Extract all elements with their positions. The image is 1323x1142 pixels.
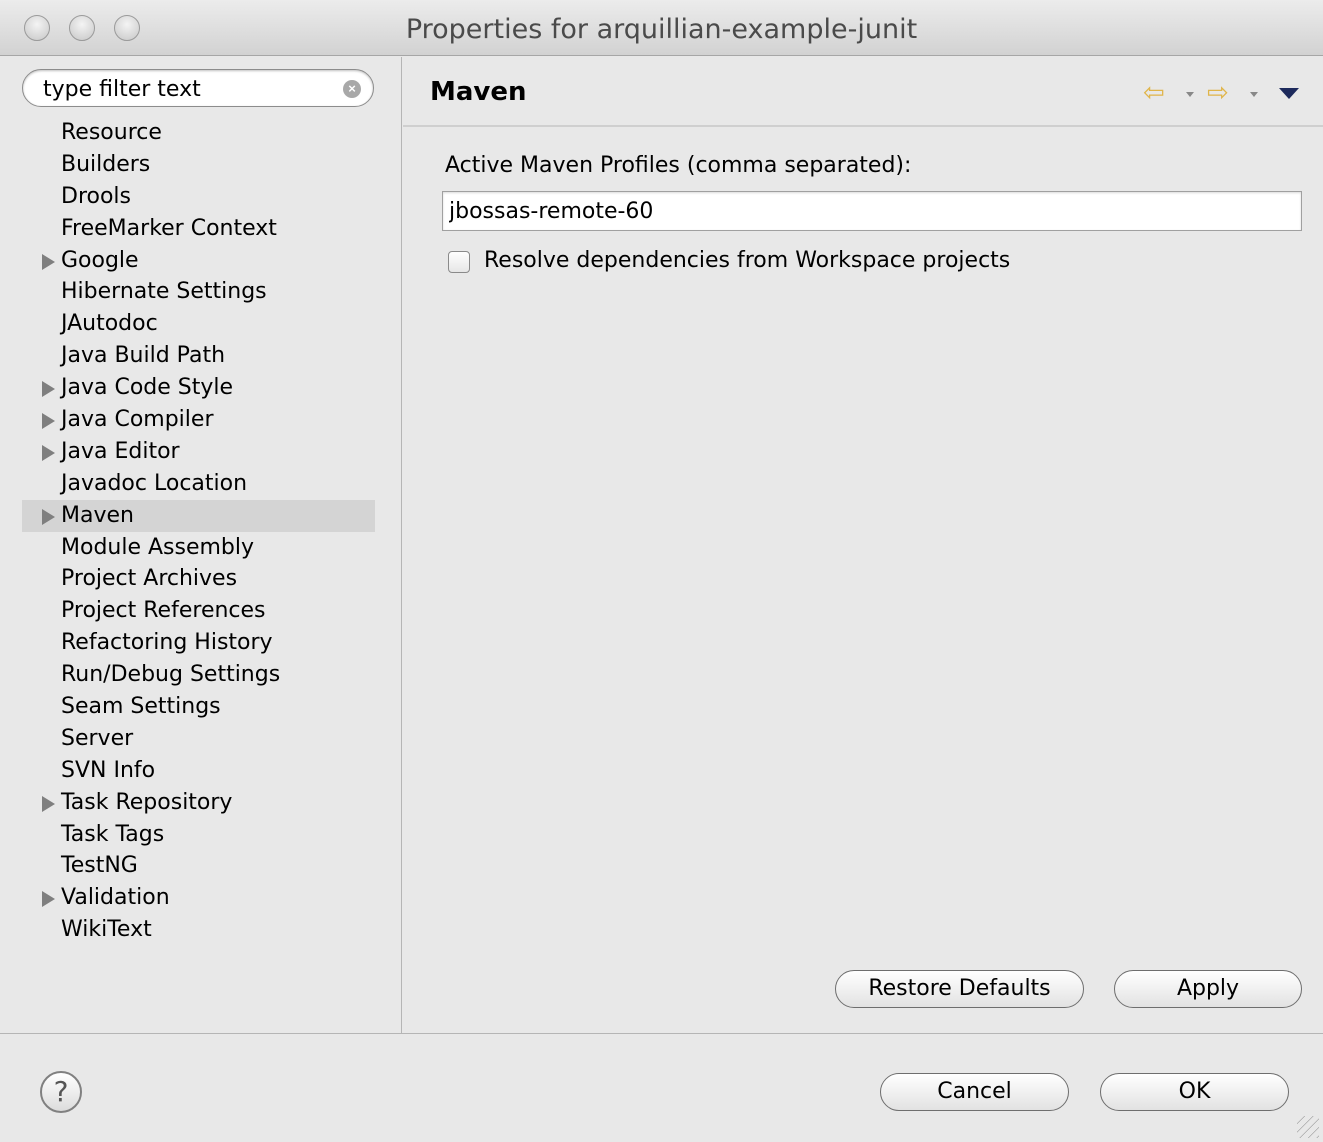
tree-item[interactable]: Task Tags [22,819,375,851]
tree-item[interactable]: Javadoc Location [22,468,375,500]
preferences-sidebar: × Resource Builders Drools FreeMarker Conte… [0,57,402,1033]
tree-item[interactable]: Maven [22,499,375,532]
tree-item[interactable]: Project References [22,595,375,627]
tree-item-label: Run/Debug Settings [61,662,281,688]
expand-arrow-icon[interactable] [42,508,55,525]
tree-item-label: Task Repository [61,789,233,815]
tree-item-label: Drools [61,183,131,209]
tree-item-label: WikiText [61,917,152,943]
tree-item[interactable]: Run/Debug Settings [22,659,375,691]
tree-item[interactable]: Module Assembly [22,532,375,564]
tree-item-label: Task Tags [61,821,165,847]
tree-item[interactable]: Resource [22,117,375,149]
tree-item[interactable]: Builders [22,149,375,181]
forward-arrow-icon[interactable]: ⇨ [1207,79,1229,105]
tree-item-label: Module Assembly [61,534,255,560]
cancel-button[interactable]: Cancel [880,1073,1069,1111]
window-title: Properties for arquillian-example-junit [405,14,918,45]
expand-arrow-icon[interactable] [42,381,55,398]
tree-item-label: Builders [61,151,151,177]
tree-item[interactable]: Java Code Style [22,372,375,404]
tree-item-label: Maven [61,502,134,528]
expand-arrow-icon[interactable] [42,444,55,461]
tree-item-label: Java Editor [61,438,180,464]
tree-item[interactable]: Google [22,245,375,277]
tree-item-label: Project Archives [61,566,238,592]
tree-item-label: Validation [61,885,170,911]
tree-item-label: Javadoc Location [61,470,248,496]
preference-tree: Resource Builders Drools FreeMarker Context… [22,117,375,946]
expand-arrow-icon[interactable] [42,795,55,812]
tree-item-label: Refactoring History [61,630,273,656]
filter-input[interactable] [43,74,343,104]
tree-item-label: FreeMarker Context [61,215,277,241]
tree-item[interactable]: Hibernate Settings [22,276,375,308]
tree-item[interactable]: Task Repository [22,787,375,819]
tree-item-label: Java Code Style [61,375,234,401]
tree-item[interactable]: Drools [22,181,375,213]
tree-item-label: Google [61,247,139,273]
tree-item[interactable]: Java Editor [22,436,375,468]
restore-defaults-button[interactable]: Restore Defaults [835,970,1084,1008]
expand-arrow-icon[interactable] [42,413,55,430]
tree-item-label: JAutodoc [61,311,158,337]
apply-button[interactable]: Apply [1114,970,1302,1008]
forward-dropdown-icon[interactable] [1250,92,1258,97]
resolve-workspace-checkbox[interactable] [448,251,470,273]
tree-item[interactable]: Seam Settings [22,691,375,723]
tree-item-label: Resource [61,120,162,145]
tree-item[interactable]: Java Compiler [22,404,375,436]
tree-item-label: SVN Info [61,757,156,783]
tree-item[interactable]: Refactoring History [22,627,375,659]
tree-item[interactable]: SVN Info [22,755,375,787]
tree-item[interactable]: Project Archives [22,563,375,595]
tree-item-label: Java Build Path [61,343,226,369]
profiles-label: Active Maven Profiles (comma separated): [445,153,912,178]
back-dropdown-icon[interactable] [1186,92,1194,97]
tree-item-label: Server [61,725,134,751]
page-title: Maven [430,77,527,107]
tree-item-label: Java Compiler [61,407,214,433]
tree-item[interactable]: TestNG [22,850,375,882]
resize-grip-icon[interactable] [1297,1116,1319,1138]
filter-field[interactable]: × [22,69,374,107]
tree-item-label: Seam Settings [61,694,221,720]
page-header: Maven ⇦ ⇨ [403,57,1323,127]
tree-item[interactable]: Java Build Path [22,340,375,372]
ok-button[interactable]: OK [1100,1073,1289,1111]
preference-page: Maven ⇦ ⇨ Active Maven Profiles (comma s… [403,57,1323,1033]
tree-item[interactable]: WikiText [22,914,375,946]
expand-arrow-icon[interactable] [42,253,55,270]
tree-item[interactable]: Server [22,723,375,755]
help-icon[interactable]: ? [40,1071,82,1113]
dialog-footer: ? Cancel OK [0,1033,1323,1142]
view-menu-icon[interactable] [1279,88,1299,99]
clear-filter-icon[interactable]: × [343,80,361,98]
tree-item-label: Project References [61,598,266,624]
tree-item[interactable]: Validation [22,882,375,914]
tree-item[interactable]: JAutodoc [22,308,375,340]
properties-dialog: Properties for arquillian-example-junit … [0,0,1323,1142]
title-bar[interactable]: Properties for arquillian-example-junit [0,0,1323,56]
expand-arrow-icon[interactable] [42,891,55,908]
tree-item-label: TestNG [61,853,138,879]
tree-item[interactable]: FreeMarker Context [22,213,375,245]
back-arrow-icon[interactable]: ⇦ [1143,79,1165,105]
profiles-input[interactable] [442,191,1302,231]
tree-item-label: Hibernate Settings [61,279,267,305]
resolve-workspace-label[interactable]: Resolve dependencies from Workspace proj… [484,248,1010,273]
